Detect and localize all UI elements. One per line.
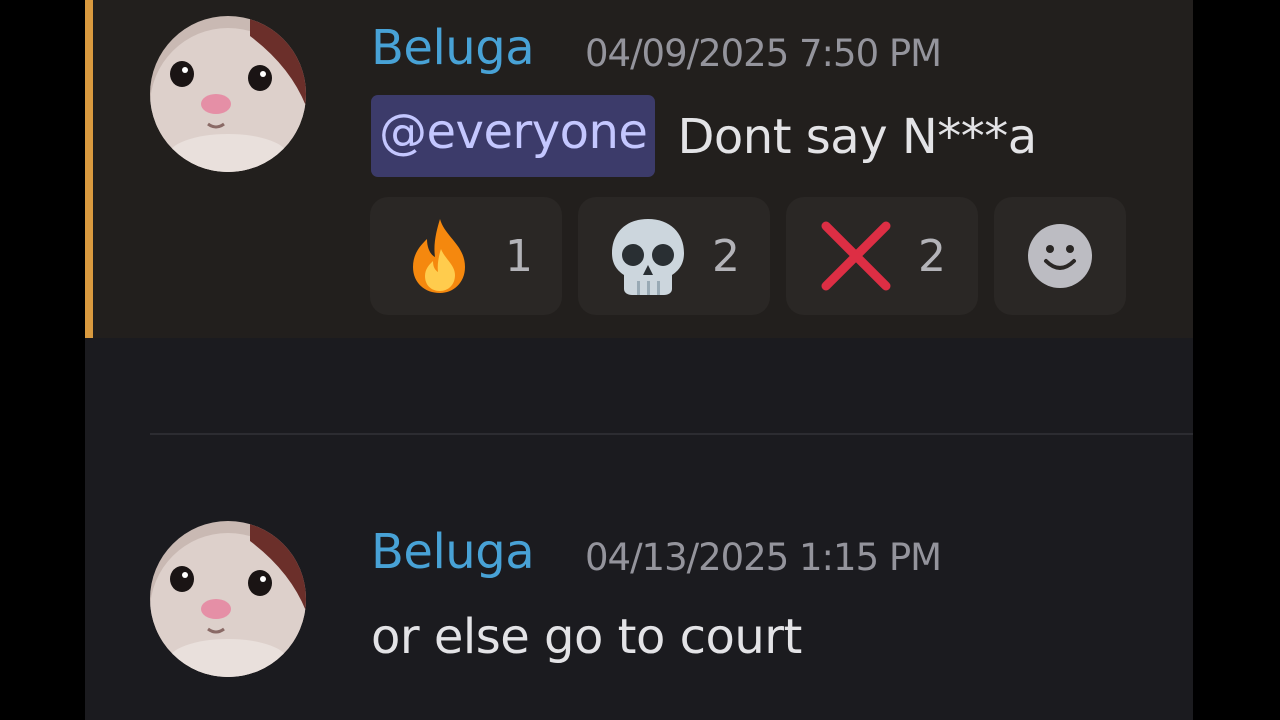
username[interactable]: Beluga: [371, 524, 535, 580]
reaction-count: 2: [712, 230, 740, 282]
cat-avatar-image: [150, 521, 306, 677]
reaction-fire[interactable]: 1: [370, 197, 562, 315]
message-content: or else go to court: [371, 609, 802, 665]
smiley-face-icon: [1028, 224, 1092, 288]
reaction-count: 1: [505, 230, 533, 282]
avatar[interactable]: [150, 16, 306, 172]
fire-icon: [413, 219, 465, 293]
reaction-cross-mark[interactable]: 2: [786, 197, 978, 315]
message-text: Dont say N***a: [677, 109, 1037, 165]
timestamp: 04/13/2025 1:15 PM: [585, 536, 942, 579]
cat-avatar-image: [150, 16, 306, 172]
message-content: @everyone Dont say N***a: [371, 95, 1037, 179]
timestamp: 04/09/2025 7:50 PM: [585, 32, 942, 75]
mention-highlight-bar: [85, 0, 93, 338]
reaction-count: 2: [918, 230, 946, 282]
mention-everyone[interactable]: @everyone: [371, 95, 656, 177]
skull-icon: [612, 219, 684, 295]
message-text: or else go to court: [371, 609, 802, 665]
message-highlighted: Beluga 04/09/2025 7:50 PM @everyone Dont …: [85, 0, 1193, 338]
message-divider: [150, 433, 1193, 435]
cross-mark-icon: [821, 221, 891, 291]
reactions-bar: 1 2 2: [370, 197, 1126, 315]
username[interactable]: Beluga: [371, 20, 535, 76]
reaction-skull[interactable]: 2: [578, 197, 770, 315]
chat-view: Beluga 04/09/2025 7:50 PM @everyone Dont …: [85, 0, 1193, 720]
avatar[interactable]: [150, 521, 306, 677]
add-reaction-button[interactable]: [994, 197, 1126, 315]
